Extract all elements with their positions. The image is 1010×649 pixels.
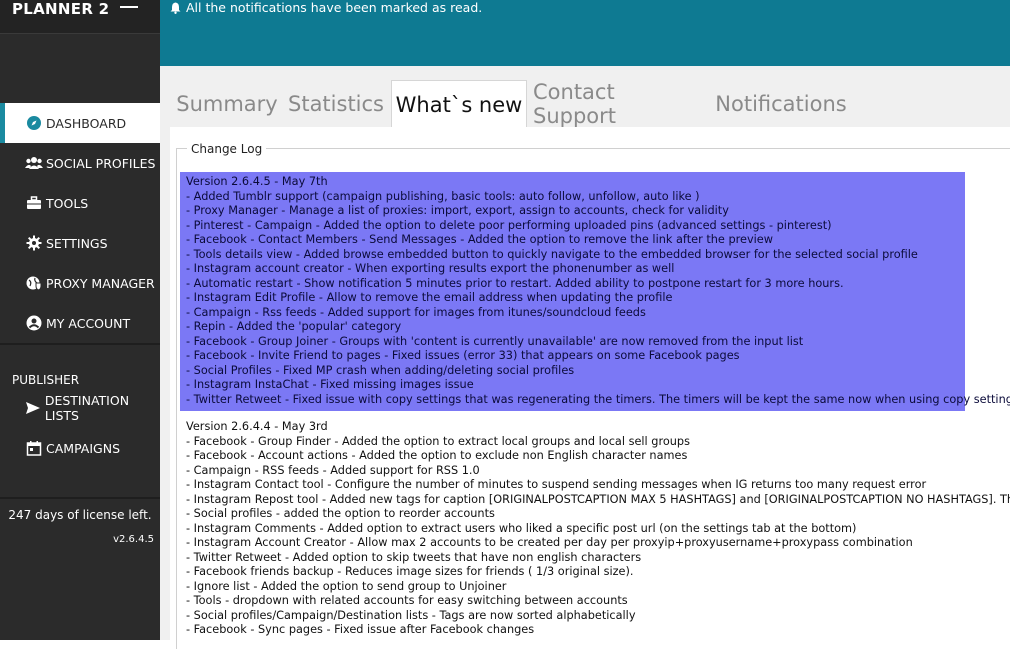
sidebar-item-proxy-manager[interactable]: PROXY MANAGER bbox=[0, 263, 160, 303]
briefcase-icon bbox=[24, 193, 44, 213]
gear-icon bbox=[24, 233, 44, 253]
send-icon bbox=[24, 398, 43, 418]
changelog-line: - Instagram InstaChat - Fixed missing im… bbox=[186, 378, 474, 391]
changelog-version-block: Version 2.6.4.4 - May 3rd - Facebook - Gr… bbox=[180, 411, 1010, 638]
changelog-text-area[interactable]: Version 2.6.4.5 - May 7th - Added Tumblr … bbox=[180, 172, 1010, 642]
sidebar-item-label: SETTINGS bbox=[46, 235, 108, 251]
changelog-line: - Facebook - Group Finder - Added the op… bbox=[186, 434, 690, 448]
license-remaining-text: 247 days of license left. bbox=[8, 508, 152, 522]
changelog-line: - Facebook - Group Joiner - Groups with … bbox=[186, 334, 804, 348]
changelog-line: - Instagram Edit Profile - Allow to remo… bbox=[186, 291, 673, 304]
changelog-line: - Social profiles/Campaign/Destination l… bbox=[186, 608, 636, 622]
sidebar-item-label: MY ACCOUNT bbox=[46, 315, 131, 331]
sidebar-divider bbox=[0, 497, 160, 499]
tab-notifications[interactable]: Notifications bbox=[713, 80, 849, 128]
changelog-line: - Instagram Repost tool - Added new tags… bbox=[186, 492, 1010, 506]
sidebar: PLANNER 2 DASHBOARD SOCIAL PROFILES TOOL… bbox=[0, 0, 160, 640]
changelog-line: - Instagram Contact tool - Configure the… bbox=[186, 478, 927, 491]
changelog-line: - Proxy Manager - Manage a list of proxi… bbox=[186, 204, 729, 217]
sidebar-item-campaigns[interactable]: CAMPAIGNS bbox=[0, 428, 160, 468]
changelog-line: - Social Profiles - Fixed MP crash when … bbox=[186, 363, 575, 377]
sidebar-item-tools[interactable]: TOOLS bbox=[0, 183, 160, 223]
changelog-line: - Facebook - Account actions - Added the… bbox=[186, 449, 688, 462]
tab-summary[interactable]: Summary bbox=[174, 80, 280, 128]
changelog-line: - Facebook friends backup - Reduces imag… bbox=[186, 565, 634, 578]
changelog-line: - Added Tumblr support (campaign publish… bbox=[186, 189, 700, 203]
account-circle-icon bbox=[24, 313, 44, 333]
whats-new-panel: Change Log Version 2.6.4.5 - May 7th - Ad… bbox=[170, 127, 1010, 649]
changelog-line: - Campaign - Rss feeds - Added support f… bbox=[186, 305, 646, 319]
changelog-line: - Ignore list - Added the option to send… bbox=[186, 579, 507, 593]
changelog-line: - Social profiles - added the option to … bbox=[186, 507, 495, 520]
globe-shield-icon bbox=[24, 273, 44, 293]
changelog-line: - Tools details view - Added browse embe… bbox=[186, 247, 918, 261]
changelog-line: Version 2.6.4.4 - May 3rd bbox=[186, 420, 328, 433]
bell-icon bbox=[170, 2, 181, 14]
changelog-line: Version 2.6.4.5 - May 7th bbox=[186, 175, 328, 188]
sidebar-item-label: TOOLS bbox=[46, 195, 89, 211]
sidebar-item-settings[interactable]: SETTINGS bbox=[0, 223, 160, 263]
top-bar: All the notifications have been marked a… bbox=[160, 0, 1010, 66]
menu-toggle-icon[interactable] bbox=[120, 0, 138, 8]
tab-whats-new[interactable]: What`s new bbox=[391, 80, 527, 128]
changelog-line: - Instagram Comments - Added option to e… bbox=[186, 521, 857, 535]
tab-contact-support[interactable]: Contact Support bbox=[533, 80, 703, 128]
changelog-line: - Instagram account creator - When expor… bbox=[186, 262, 675, 275]
calendar-icon bbox=[24, 438, 44, 458]
sidebar-item-social-profiles[interactable]: SOCIAL PROFILES bbox=[0, 143, 160, 183]
sidebar-item-label: DESTINATION LISTS bbox=[44, 393, 130, 423]
changelog-line: - Facebook - Invite Friend to pages - Fi… bbox=[186, 349, 740, 362]
changelog-selected-block: Version 2.6.4.5 - May 7th - Added Tumblr … bbox=[180, 172, 1010, 411]
sidebar-item-label: DASHBOARD bbox=[46, 115, 127, 131]
changelog-line: - Facebook - Contact Members - Send Mess… bbox=[186, 233, 773, 246]
sidebar-divider bbox=[0, 343, 160, 345]
changelog-line: - Automatic restart - Show notification … bbox=[186, 276, 844, 290]
sidebar-item-label: SOCIAL PROFILES bbox=[46, 155, 156, 171]
sidebar-item-label: PROXY MANAGER bbox=[46, 275, 155, 291]
brand-header: PLANNER 2 bbox=[0, 0, 160, 34]
changelog-line: - Facebook - Sync pages - Fixed issue af… bbox=[186, 623, 535, 636]
tab-statistics[interactable]: Statistics bbox=[287, 80, 385, 128]
changelog-line: - Tools - dropdown with related accounts… bbox=[186, 594, 628, 607]
sidebar-item-dashboard[interactable]: DASHBOARD bbox=[0, 103, 160, 143]
changelog-line: - Instagram Account Creator - Allow max … bbox=[186, 536, 913, 549]
changelog-line: - Repin - Added the 'popular' category bbox=[186, 320, 402, 333]
sidebar-item-my-account[interactable]: MY ACCOUNT bbox=[0, 303, 160, 343]
app-title: PLANNER 2 bbox=[12, 0, 110, 18]
changelog-line: - Twitter Retweet - Added option to skip… bbox=[186, 550, 642, 564]
changelog-line: - Pinterest - Campaign - Added the optio… bbox=[186, 218, 832, 232]
notification-text: All the notifications have been marked a… bbox=[186, 0, 483, 15]
changelog-legend: Change Log bbox=[187, 142, 267, 156]
notification-message: All the notifications have been marked a… bbox=[170, 0, 482, 15]
publisher-section-label: PUBLISHER bbox=[12, 373, 80, 387]
version-label: v2.6.4.5 bbox=[113, 534, 154, 545]
main-content: Summary Statistics What`s new Contact Su… bbox=[160, 66, 1010, 649]
changelog-line: - Twitter Retweet - Fixed issue with cop… bbox=[186, 392, 1010, 406]
compass-icon bbox=[24, 113, 44, 133]
tab-bar: Summary Statistics What`s new Contact Su… bbox=[160, 66, 1010, 128]
changelog-line: - Campaign - RSS feeds - Added support f… bbox=[186, 463, 480, 477]
sidebar-item-destination-lists[interactable]: DESTINATION LISTS bbox=[0, 388, 160, 428]
users-icon bbox=[24, 153, 44, 173]
sidebar-item-label: CAMPAIGNS bbox=[46, 440, 121, 456]
